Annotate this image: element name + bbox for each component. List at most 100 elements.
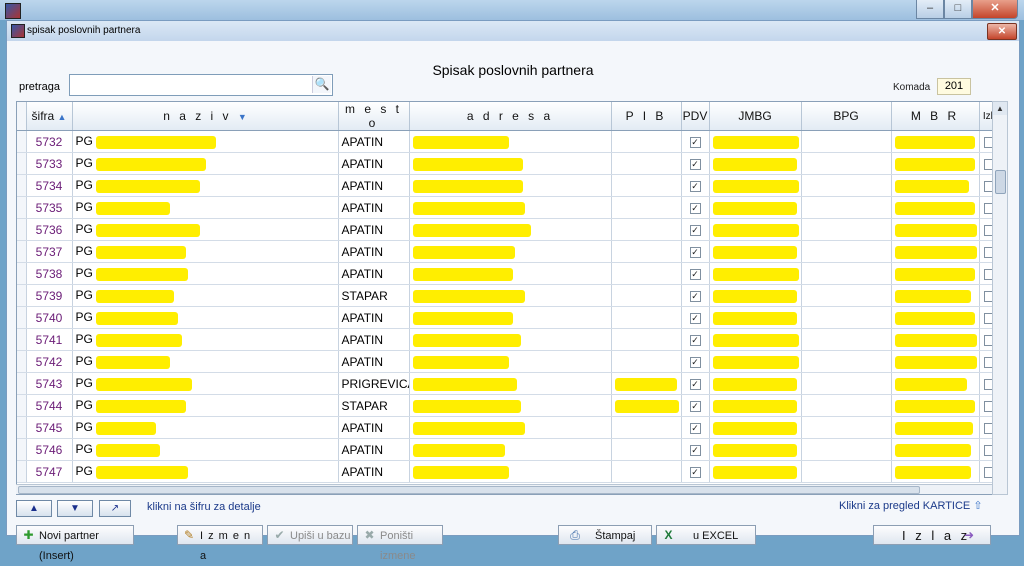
header-bpg[interactable]: BPG — [801, 102, 892, 131]
vertical-scroll-thumb[interactable] — [995, 170, 1006, 194]
edit-button[interactable]: ✎ I z m e n a — [177, 525, 263, 562]
pdv-checkbox[interactable]: ✓ — [689, 268, 701, 280]
pdv-checkbox[interactable]: ✓ — [689, 378, 701, 390]
header-adresa[interactable]: a d r e s a — [409, 102, 612, 131]
header-sifra[interactable]: šifra ▲ — [26, 102, 73, 131]
table-row[interactable]: 5742 PG APATIN ✓ — [17, 350, 992, 373]
header-izb[interactable]: Izb — [979, 102, 992, 131]
header-pdv[interactable]: PDV — [681, 102, 710, 131]
pdv-checkbox[interactable]: ✓ — [689, 422, 701, 434]
cell-sifra[interactable]: 5747 — [26, 460, 73, 483]
cell-sifra[interactable]: 5737 — [26, 240, 73, 263]
pdv-checkbox[interactable]: ✓ — [689, 158, 701, 170]
row-selector[interactable] — [17, 130, 27, 153]
table-row[interactable]: 5739 PG STAPAR ✓ — [17, 284, 992, 307]
table-row[interactable]: 5733 PG APATIN ✓ — [17, 152, 992, 175]
pdv-checkbox[interactable]: ✓ — [689, 224, 701, 236]
close-button[interactable]: ✕ — [972, 0, 1018, 19]
pdv-checkbox[interactable]: ✓ — [689, 202, 701, 214]
table-row[interactable]: 5736 PG APATIN ✓ — [17, 218, 992, 241]
table-row[interactable]: 5737 PG APATIN ✓ — [17, 240, 992, 263]
table-row[interactable]: 5738 PG APATIN ✓ — [17, 262, 992, 285]
cell-sifra[interactable]: 5733 — [26, 152, 73, 175]
row-selector[interactable] — [17, 152, 27, 175]
search-icon[interactable]: 🔍 — [312, 76, 331, 93]
vertical-scrollbar[interactable]: ▲ — [992, 101, 1008, 495]
cell-izb — [979, 240, 992, 263]
cell-sifra[interactable]: 5736 — [26, 218, 73, 241]
cell-sifra[interactable]: 5742 — [26, 350, 73, 373]
table-row[interactable]: 5741 PG APATIN ✓ — [17, 328, 992, 351]
pdv-checkbox[interactable]: ✓ — [689, 246, 701, 258]
move-up-button[interactable]: ▲ — [16, 500, 52, 517]
row-selector[interactable] — [17, 438, 27, 461]
minimize-button[interactable]: – — [916, 0, 944, 19]
table-row[interactable]: 5734 PG APATIN ✓ — [17, 174, 992, 197]
table-row[interactable]: 5743 PG PRIGREVICA ✓ — [17, 372, 992, 395]
row-selector[interactable] — [17, 240, 27, 263]
pdv-checkbox[interactable]: ✓ — [689, 312, 701, 324]
table-row[interactable]: 5746 PG APATIN ✓ — [17, 438, 992, 461]
table-row[interactable]: 5744 PG STAPAR ✓ — [17, 394, 992, 417]
cell-sifra[interactable]: 5738 — [26, 262, 73, 285]
pdv-checkbox[interactable]: ✓ — [689, 466, 701, 478]
row-selector[interactable] — [17, 350, 27, 373]
cell-sifra[interactable]: 5746 — [26, 438, 73, 461]
cell-sifra[interactable]: 5743 — [26, 372, 73, 395]
pdv-checkbox[interactable]: ✓ — [689, 400, 701, 412]
cell-sifra[interactable]: 5745 — [26, 416, 73, 439]
row-selector[interactable] — [17, 306, 27, 329]
row-selector[interactable] — [17, 284, 27, 307]
table-row[interactable]: 5747 PG APATIN ✓ — [17, 460, 992, 483]
pdv-checkbox[interactable]: ✓ — [689, 444, 701, 456]
zoom-button[interactable]: ↗ — [99, 500, 131, 517]
pdv-checkbox[interactable]: ✓ — [689, 334, 701, 346]
row-selector[interactable] — [17, 416, 27, 439]
header-naziv[interactable]: n a z i v ▼ — [72, 102, 339, 131]
row-selector[interactable] — [17, 174, 27, 197]
table-row[interactable]: 5740 PG APATIN ✓ — [17, 306, 992, 329]
table-row[interactable]: 5745 PG APATIN ✓ — [17, 416, 992, 439]
save-to-db-button[interactable]: ✔ Upiši u bazu — [267, 525, 353, 545]
cell-sifra[interactable]: 5732 — [26, 130, 73, 153]
horizontal-scrollbar[interactable] — [16, 484, 993, 494]
kartice-link[interactable]: Klikni za pregled KARTICE ⇧ — [839, 499, 983, 512]
pdv-checkbox[interactable]: ✓ — [689, 180, 701, 192]
maximize-button[interactable]: □ — [944, 0, 972, 19]
cell-sifra[interactable]: 5735 — [26, 196, 73, 219]
pdv-checkbox[interactable]: ✓ — [689, 136, 701, 148]
exit-button[interactable]: I z l a z ➜ — [873, 525, 991, 545]
new-partner-button[interactable]: ✚ Novi partner (Insert) — [16, 525, 134, 562]
cell-sifra[interactable]: 5739 — [26, 284, 73, 307]
excel-button[interactable]: Xu EXCEL — [656, 525, 756, 545]
row-selector[interactable] — [17, 372, 27, 395]
pdv-checkbox[interactable]: ✓ — [689, 290, 701, 302]
cell-sifra[interactable]: 5744 — [26, 394, 73, 417]
row-selector[interactable] — [17, 460, 27, 483]
search-input[interactable] — [70, 75, 312, 93]
row-selector[interactable] — [17, 218, 27, 241]
cancel-changes-button[interactable]: ✖ Poništi izmene — [357, 525, 443, 562]
print-button[interactable]: ⎙ Štampaj — [558, 525, 652, 545]
cell-mbr — [891, 262, 980, 285]
cell-sifra[interactable]: 5734 — [26, 174, 73, 197]
row-selector[interactable] — [17, 328, 27, 351]
cell-sifra[interactable]: 5740 — [26, 306, 73, 329]
window-close-button[interactable]: ✕ — [987, 23, 1017, 40]
horizontal-scroll-thumb[interactable] — [18, 486, 920, 494]
cell-sifra[interactable]: 5741 — [26, 328, 73, 351]
row-selector[interactable] — [17, 196, 27, 219]
scroll-up-arrow-icon[interactable]: ▲ — [993, 102, 1007, 115]
header-jmbg[interactable]: JMBG — [709, 102, 802, 131]
row-selector[interactable] — [17, 394, 27, 417]
move-down-button[interactable]: ▼ — [57, 500, 93, 517]
table-row[interactable]: 5732 PG APATIN ✓ — [17, 130, 992, 153]
pdv-checkbox[interactable]: ✓ — [689, 356, 701, 368]
redaction-mark — [412, 267, 513, 281]
table-row[interactable]: 5735 PG APATIN ✓ — [17, 196, 992, 219]
details-hint-link[interactable]: klikni na šifru za detalje — [147, 501, 261, 513]
header-mesto[interactable]: m e s t o — [338, 102, 410, 131]
header-mbr[interactable]: M B R — [891, 102, 980, 131]
header-pib[interactable]: P I B — [611, 102, 682, 131]
row-selector[interactable] — [17, 262, 27, 285]
